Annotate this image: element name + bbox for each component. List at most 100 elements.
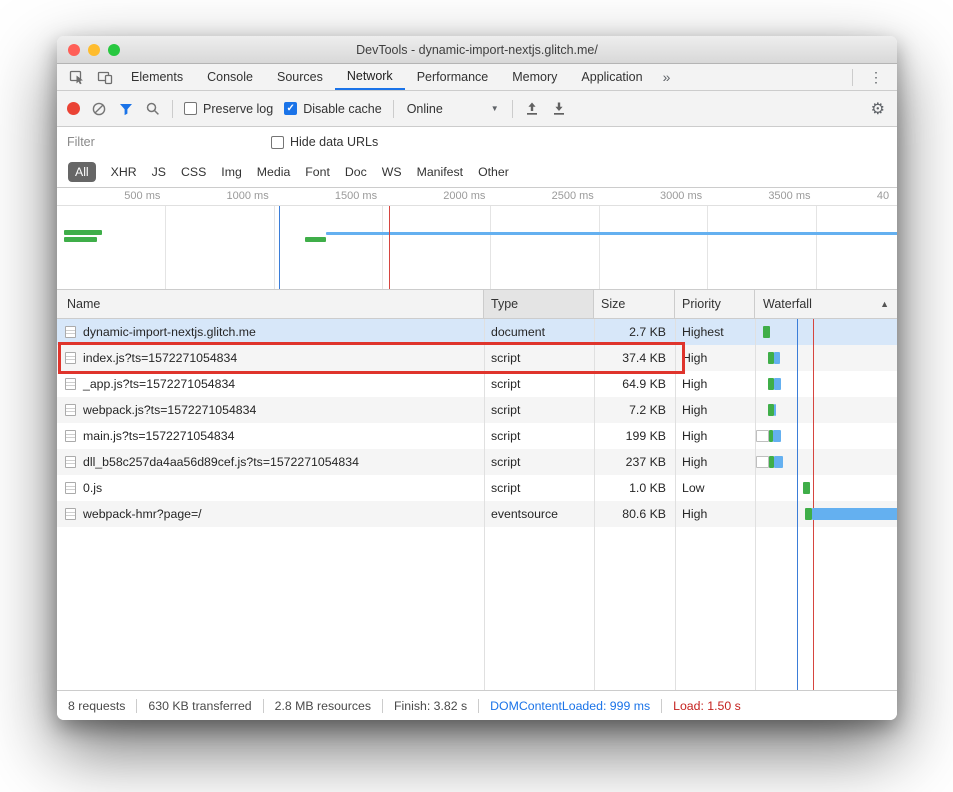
table-row[interactable]: webpack-hmr?page=/ eventsource 80.6 KB H… [57,501,897,527]
table-row[interactable]: 0.js script 1.0 KB Low [57,475,897,501]
devtools-menu-button[interactable]: ⋮ [861,69,891,86]
filter-pill-js[interactable]: JS [152,165,166,179]
tab-application[interactable]: Application [569,64,654,90]
clear-button[interactable] [91,101,107,117]
filter-pill-font[interactable]: Font [305,165,330,179]
request-priority: High [675,371,755,397]
search-icon [145,101,161,117]
filter-pill-doc[interactable]: Doc [345,165,367,179]
hide-data-urls-checkbox: ✓ [271,136,284,149]
table-row[interactable]: main.js?ts=1572271054834 script 199 KB H… [57,423,897,449]
network-overview[interactable]: 500 ms 1000 ms 1500 ms 2000 ms 2500 ms 3… [57,188,897,290]
disable-cache-toggle[interactable]: ✓ Disable cache [284,102,382,116]
table-row[interactable]: _app.js?ts=1572271054834 script 64.9 KB … [57,371,897,397]
hide-data-urls-toggle[interactable]: ✓ Hide data URLs [271,135,378,149]
device-toolbar-button[interactable] [91,64,119,90]
preserve-log-toggle[interactable]: ✓ Preserve log [184,102,273,116]
column-separator[interactable] [755,319,756,690]
tab-sources[interactable]: Sources [265,64,335,90]
domcontentloaded-time: DOMContentLoaded: 999 ms [490,699,650,713]
waterfall-bar-green [803,482,811,494]
request-type: script [484,475,594,501]
table-row[interactable]: dll_b58c257da4aa56d89cef.js?ts=157227105… [57,449,897,475]
request-priority: High [675,345,755,371]
waterfall-bar-blue [774,352,780,364]
request-name: index.js?ts=1572271054834 [83,351,237,365]
filter-pill-other[interactable]: Other [478,165,509,179]
filter-pill-media[interactable]: Media [257,165,291,179]
toolbar-separator [393,100,394,118]
column-header-type[interactable]: Type [484,290,594,318]
throttling-dropdown[interactable]: Online ▼ [405,102,501,116]
request-size: 237 KB [594,449,675,475]
request-name: dll_b58c257da4aa56d89cef.js?ts=157227105… [83,455,359,469]
file-icon [65,430,76,442]
waterfall-cell [755,449,897,475]
preserve-log-label: Preserve log [203,102,273,116]
column-header-size[interactable]: Size [594,290,675,318]
tab-console[interactable]: Console [195,64,265,90]
column-header-waterfall[interactable]: Waterfall ▲ [755,290,897,318]
gridline [490,206,491,289]
tick-label: 1500 ms [335,190,382,202]
waterfall-bar-blue [812,508,897,520]
gridline [816,206,817,289]
disable-cache-label: Disable cache [303,102,382,116]
request-priority: High [675,397,755,423]
waterfall-bar-blue [774,378,780,390]
column-separator[interactable] [594,319,595,690]
status-bar: 8 requests 630 KB transferred 2.8 MB res… [57,690,897,720]
export-har-button[interactable] [551,101,567,117]
column-header-name[interactable]: Name [57,290,484,318]
table-row[interactable]: dynamic-import-nextjs.glitch.me document… [57,319,897,345]
filter-pill-xhr[interactable]: XHR [111,165,137,179]
filter-pill-all[interactable]: All [68,162,96,182]
filter-input[interactable] [67,135,257,149]
waterfall-cell [755,501,897,527]
filter-pill-ws[interactable]: WS [382,165,402,179]
table-row[interactable]: webpack.js?ts=1572271054834 script 7.2 K… [57,397,897,423]
clear-icon [91,101,107,117]
overview-bar-green [64,237,98,242]
waterfall-bar-green [763,326,770,338]
column-header-priority[interactable]: Priority [675,290,755,318]
request-size: 199 KB [594,423,675,449]
tab-memory[interactable]: Memory [500,64,569,90]
gridline [382,206,383,289]
minimize-window-button[interactable] [88,44,100,56]
transferred-size: 630 KB transferred [148,699,251,713]
filter-pill-img[interactable]: Img [221,165,242,179]
file-icon [65,404,76,416]
overview-chart [57,206,897,289]
filter-pill-css[interactable]: CSS [181,165,206,179]
request-type: script [484,345,594,371]
window-title: DevTools - dynamic-import-nextjs.glitch.… [356,43,598,57]
request-name: webpack.js?ts=1572271054834 [83,403,256,417]
import-har-button[interactable] [524,101,540,117]
table-row-highlighted[interactable]: index.js?ts=1572271054834 script 37.4 KB… [57,345,897,371]
request-size: 80.6 KB [594,501,675,527]
request-type: script [484,371,594,397]
inspect-element-button[interactable] [63,64,91,90]
filter-toggle-button[interactable] [118,101,134,117]
filter-pill-manifest[interactable]: Manifest [417,165,463,179]
tab-network[interactable]: Network [335,64,405,90]
status-separator [382,699,383,713]
overview-bar-blue [326,232,897,235]
request-size: 7.2 KB [594,397,675,423]
tab-performance[interactable]: Performance [405,64,501,90]
requests-table-body: dynamic-import-nextjs.glitch.me document… [57,319,897,690]
more-tabs-button[interactable]: » [655,64,679,90]
zoom-window-button[interactable] [108,44,120,56]
waterfall-cell [755,397,897,423]
tab-elements[interactable]: Elements [119,64,195,90]
resource-type-filters: All XHR JS CSS Img Media Font Doc WS Man… [57,157,897,188]
column-separator[interactable] [484,319,485,690]
column-separator[interactable] [675,319,676,690]
record-button[interactable] [67,102,80,115]
search-button[interactable] [145,101,161,117]
close-window-button[interactable] [68,44,80,56]
waterfall-cell [755,371,897,397]
settings-gear-icon[interactable]: ⚙ [871,99,887,119]
network-toolbar: ✓ Preserve log ✓ Disable cache Online ▼ … [57,91,897,127]
